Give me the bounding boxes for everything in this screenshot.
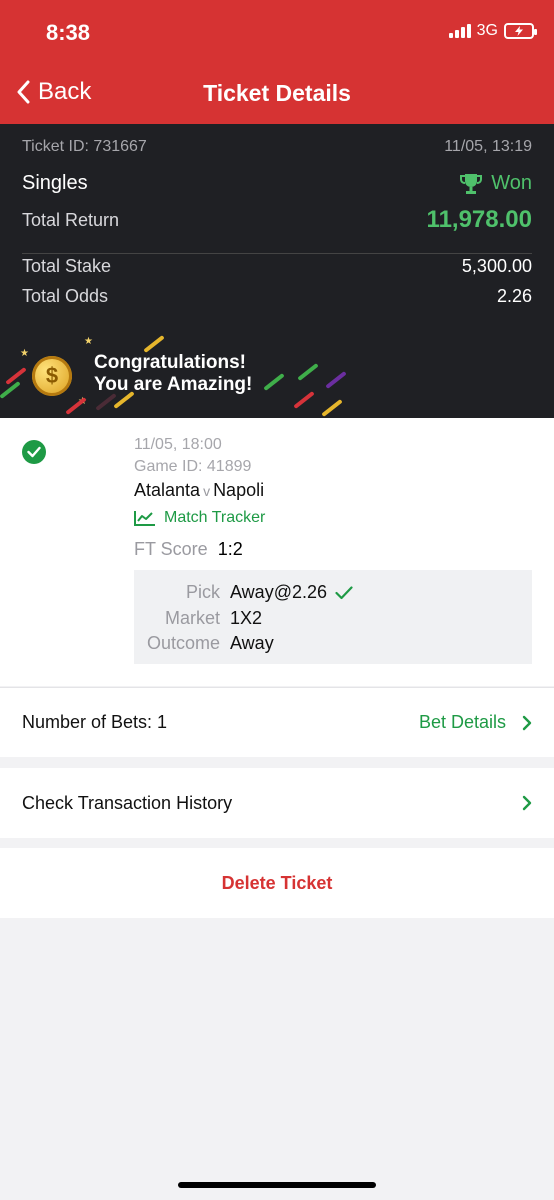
chevron-right-icon	[522, 715, 532, 730]
outcome-label: Outcome	[146, 633, 220, 653]
market-label: Market	[164, 608, 220, 628]
away-team: Napoli	[213, 480, 265, 500]
delete-ticket-button[interactable]: Delete Ticket	[0, 848, 554, 918]
transaction-history-row[interactable]: Check Transaction History	[0, 768, 554, 838]
bet-details-link[interactable]: Bet Details	[419, 712, 532, 733]
outcome-row: Outcome Away	[134, 633, 274, 654]
total-stake-value: 5,300.00	[461, 256, 532, 276]
pick-value: Away@2.26	[230, 582, 327, 602]
coin-icon: $	[32, 356, 72, 396]
ticket-meta-row: Ticket ID: 731667 11/05, 13:19	[22, 138, 532, 156]
match-tracker-label: Match Tracker	[164, 509, 266, 526]
ticket-summary: Ticket ID: 731667 11/05, 13:19 Singles W…	[0, 124, 554, 418]
congrats-line-1: Congratulations!	[94, 352, 246, 373]
total-odds-value: 2.26	[496, 286, 532, 306]
won-check-icon	[22, 440, 46, 464]
signal-icon	[448, 24, 471, 38]
chart-line-icon	[134, 511, 155, 526]
star-icon: ★	[84, 336, 93, 347]
confetti-streak	[321, 399, 343, 417]
total-return-value: 11,978.00	[426, 206, 532, 233]
number-of-bets-row: Number of Bets: 1 Bet Details	[0, 687, 554, 757]
bet-info: 11/05, 18:00 Game ID: 41899 Atalanta v Nap…	[134, 434, 265, 560]
network-type: 3G	[476, 22, 498, 39]
battery-icon	[504, 23, 537, 39]
versus-label: v	[203, 483, 211, 499]
summary-divider	[22, 253, 532, 254]
bet-type-row: Singles Won	[22, 172, 532, 195]
charging-bolt-icon	[515, 26, 523, 36]
congrats-banner: ★ ★ ★ $ Congratulations! You are Amazing…	[0, 334, 554, 418]
congrats-line-2: You are Amazing!	[94, 374, 253, 395]
pick-row: Pick Away@2.26	[134, 582, 353, 603]
market-value: 1X2	[230, 608, 263, 628]
pick-details: Pick Away@2.26 Market 1X2 Outcome Away	[134, 570, 532, 664]
match-tracker-link[interactable]: Match Tracker	[134, 509, 265, 527]
status-text: Won	[491, 172, 532, 194]
status-time: 8:38	[46, 20, 91, 45]
confetti-streak	[0, 381, 21, 399]
status-badge: Won	[459, 172, 532, 195]
ticket-datetime: 11/05, 13:19	[444, 138, 532, 155]
back-label: Back	[38, 78, 92, 105]
game-id: Game ID: 41899	[134, 458, 252, 475]
match-datetime: 11/05, 18:00	[134, 436, 222, 453]
status-indicators: 3G	[448, 22, 537, 40]
match-teams: Atalanta v Napoli	[134, 480, 265, 501]
chevron-left-icon	[17, 80, 30, 104]
outcome-value: Away	[230, 633, 274, 653]
congrats-text: Congratulations! You are Amazing!	[94, 352, 252, 396]
total-stake-label: Total Stake	[22, 256, 112, 276]
total-return-row: Total Return 11,978.00	[22, 206, 532, 234]
total-odds-label: Total Odds	[22, 286, 109, 306]
confetti-streak	[325, 371, 347, 389]
total-stake-row: Total Stake 5,300.00	[22, 256, 532, 277]
app-header: 8:38 3G Back Ticket Details	[0, 0, 554, 124]
ticket-details-screen: 8:38 3G Back Ticket Details Ticket ID: 7…	[0, 0, 554, 1200]
bet-card: 11/05, 18:00 Game ID: 41899 Atalanta v Nap…	[0, 418, 554, 686]
trophy-icon	[460, 173, 483, 194]
confetti-streak	[293, 391, 315, 409]
chevron-right-icon	[522, 795, 532, 811]
confetti-streak	[263, 373, 285, 391]
ft-score-label: FT Score	[134, 539, 208, 559]
market-row: Market 1X2	[134, 608, 262, 629]
check-icon	[335, 585, 353, 599]
ticket-id: Ticket ID: 731667	[22, 138, 147, 155]
star-icon: ★	[20, 348, 29, 359]
total-odds-row: Total Odds 2.26	[22, 286, 532, 307]
transaction-history-label: Check Transaction History	[22, 792, 233, 813]
bet-type: Singles	[22, 172, 88, 194]
back-button[interactable]: Back	[16, 78, 91, 106]
home-indicator[interactable]	[178, 1182, 376, 1188]
number-of-bets-label: Number of Bets: 1	[22, 712, 168, 732]
pick-label: Pick	[185, 582, 220, 602]
home-team: Atalanta	[134, 480, 201, 500]
confetti-streak	[297, 363, 319, 381]
confetti-streak	[143, 335, 165, 353]
total-return-label: Total Return	[22, 209, 120, 230]
ft-score: FT Score 1:2	[134, 539, 265, 560]
bet-details-label: Bet Details	[418, 712, 506, 732]
ft-score-value: 1:2	[217, 539, 243, 559]
